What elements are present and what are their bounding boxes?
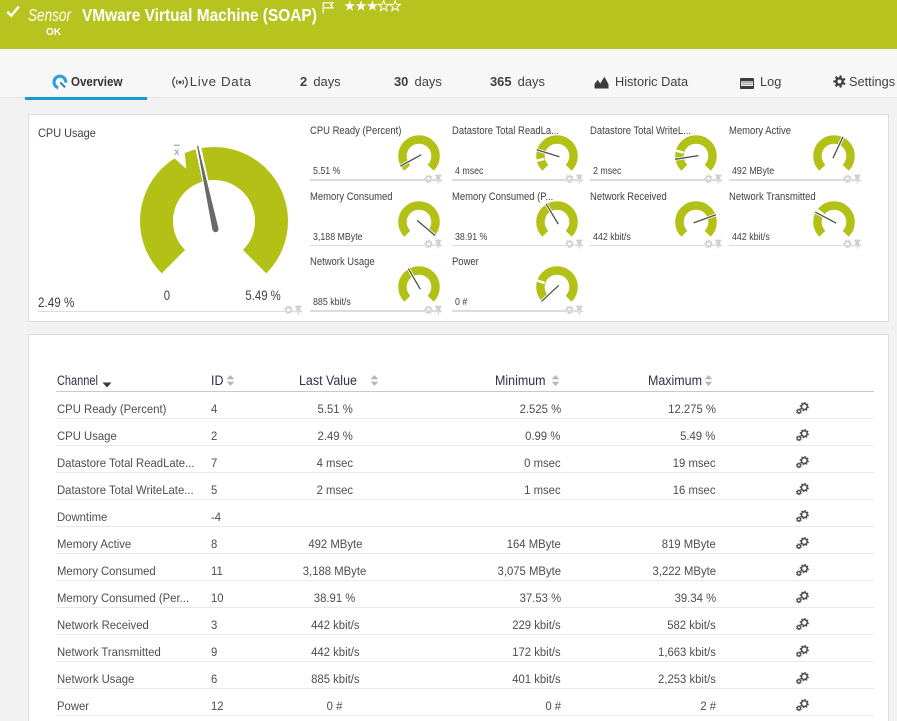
svg-text:x: x: [175, 146, 181, 158]
